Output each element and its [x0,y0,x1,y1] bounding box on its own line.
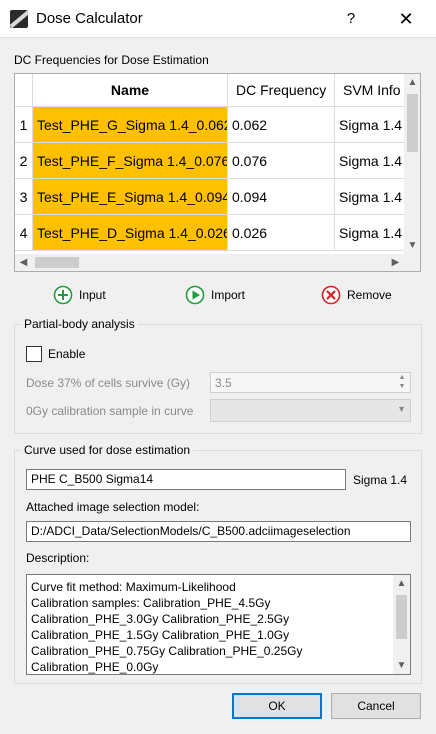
dose-survive-label: Dose 37% of cells survive (Gy) [26,376,191,390]
calibration-sample-dropdown[interactable]: ▼ [210,399,411,422]
curve-name-field[interactable]: PHE C_B500 Sigma14 [26,469,346,490]
dc-frequencies-label: DC Frequencies for Dose Estimation [14,53,209,67]
scroll-down-icon[interactable]: ▼ [404,237,420,254]
model-label: Attached image selection model: [26,500,200,514]
scroll-left-icon[interactable]: ◀ [15,254,32,271]
column-header-dc-frequency[interactable]: DC Frequency [228,74,335,107]
column-header-svm-info[interactable]: SVM Info [335,74,405,107]
dose-survive-spinbox[interactable]: 3.5 ▲ ▼ [210,372,411,393]
partial-body-title: Partial-body analysis [21,317,138,331]
remove-button[interactable]: Remove [321,285,411,307]
table-row[interactable]: 4 Test_PHE_D_Sigma 1.4_0.026 0.026 Sigma… [15,215,405,251]
row-number[interactable]: 4 [15,215,33,251]
import-button[interactable]: Import [185,285,275,307]
remove-button-label: Remove [347,288,392,302]
plus-circle-icon [53,285,73,305]
description-line: Curve fit method: Maximum-Likelihood [31,580,236,594]
table-vertical-scrollbar[interactable]: ▲ ▼ [404,74,420,254]
scroll-right-icon[interactable]: ▶ [387,254,404,271]
svm-info-cell[interactable]: Sigma 1.4 [335,179,405,215]
enable-label[interactable]: Enable [48,347,85,361]
play-circle-icon [185,285,205,305]
chevron-down-icon: ▼ [397,404,406,414]
row-number[interactable]: 1 [15,107,33,143]
table-horizontal-scrollbar[interactable]: ◀ ▶ [15,254,404,271]
import-button-label: Import [211,288,246,302]
description-line: Calibration_PHE_3.0Gy Calibration_PHE_2.… [31,612,290,626]
spin-arrows-icon[interactable]: ▲ ▼ [394,373,410,392]
scroll-thumb[interactable] [407,94,418,152]
help-button[interactable]: ? [336,0,366,38]
calibration-sample-label: 0Gy calibration sample in curve [26,404,194,418]
column-header-name[interactable]: Name [33,74,228,107]
input-button[interactable]: Input [53,285,133,307]
scrollbar-corner [404,254,420,271]
row-number[interactable]: 2 [15,143,33,179]
dc-frequency-cell[interactable]: 0.026 [228,215,335,251]
name-cell[interactable]: Test_PHE_E_Sigma 1.4_0.094 [33,179,228,215]
dc-frequency-cell[interactable]: 0.062 [228,107,335,143]
svm-info-cell[interactable]: Sigma 1.4 [335,107,405,143]
description-line: Calibration_PHE_1.5Gy Calibration_PHE_1.… [31,628,290,642]
description-line: Calibration_PHE_0.75Gy Calibration_PHE_0… [31,644,303,658]
svm-info-cell[interactable]: Sigma 1.4 [335,143,405,179]
scroll-thumb[interactable] [35,257,79,268]
dc-frequency-cell[interactable]: 0.094 [228,179,335,215]
cancel-button[interactable]: Cancel [331,693,421,719]
name-cell[interactable]: Test_PHE_D_Sigma 1.4_0.026 [33,215,228,251]
table-corner [15,74,33,107]
name-cell[interactable]: Test_PHE_F_Sigma 1.4_0.076 [33,143,228,179]
input-button-label: Input [79,288,106,302]
name-cell[interactable]: Test_PHE_G_Sigma 1.4_0.062 [33,107,228,143]
dc-frequency-table[interactable]: Name DC Frequency SVM Info 1 Test_PHE_G_… [14,73,421,272]
table-row[interactable]: 1 Test_PHE_G_Sigma 1.4_0.062 0.062 Sigma… [15,107,405,143]
description-textbox[interactable]: Curve fit method: Maximum-Likelihood Cal… [26,574,411,675]
description-label: Description: [26,551,90,565]
title-bar: Dose Calculator ? ✕ [0,0,436,38]
enable-checkbox[interactable] [26,346,42,362]
close-icon[interactable]: ✕ [390,0,422,38]
sigma-label: Sigma 1.4 [353,473,408,487]
curve-title: Curve used for dose estimation [21,443,194,457]
dc-frequency-cell[interactable]: 0.076 [228,143,335,179]
app-icon [10,10,28,28]
scroll-up-icon[interactable]: ▲ [404,74,420,91]
table-row[interactable]: 2 Test_PHE_F_Sigma 1.4_0.076 0.076 Sigma… [15,143,405,179]
x-circle-icon [321,285,341,305]
scroll-down-icon[interactable]: ▼ [393,657,410,674]
description-line: Calibration samples: Calibration_PHE_4.5… [31,596,271,610]
svm-info-cell[interactable]: Sigma 1.4 [335,215,405,251]
description-line: Calibration_PHE_0.0Gy [31,660,159,674]
model-path-field[interactable]: D:/ADCI_Data/SelectionModels/C_B500.adci… [26,521,411,542]
scroll-thumb[interactable] [396,595,407,639]
row-number[interactable]: 3 [15,179,33,215]
table-row[interactable]: 3 Test_PHE_E_Sigma 1.4_0.094 0.094 Sigma… [15,179,405,215]
dose-survive-value: 3.5 [215,376,232,390]
description-scrollbar[interactable]: ▲ ▼ [393,575,410,674]
scroll-up-icon[interactable]: ▲ [393,575,410,592]
ok-button[interactable]: OK [232,693,322,719]
window-title: Dose Calculator [36,10,143,27]
